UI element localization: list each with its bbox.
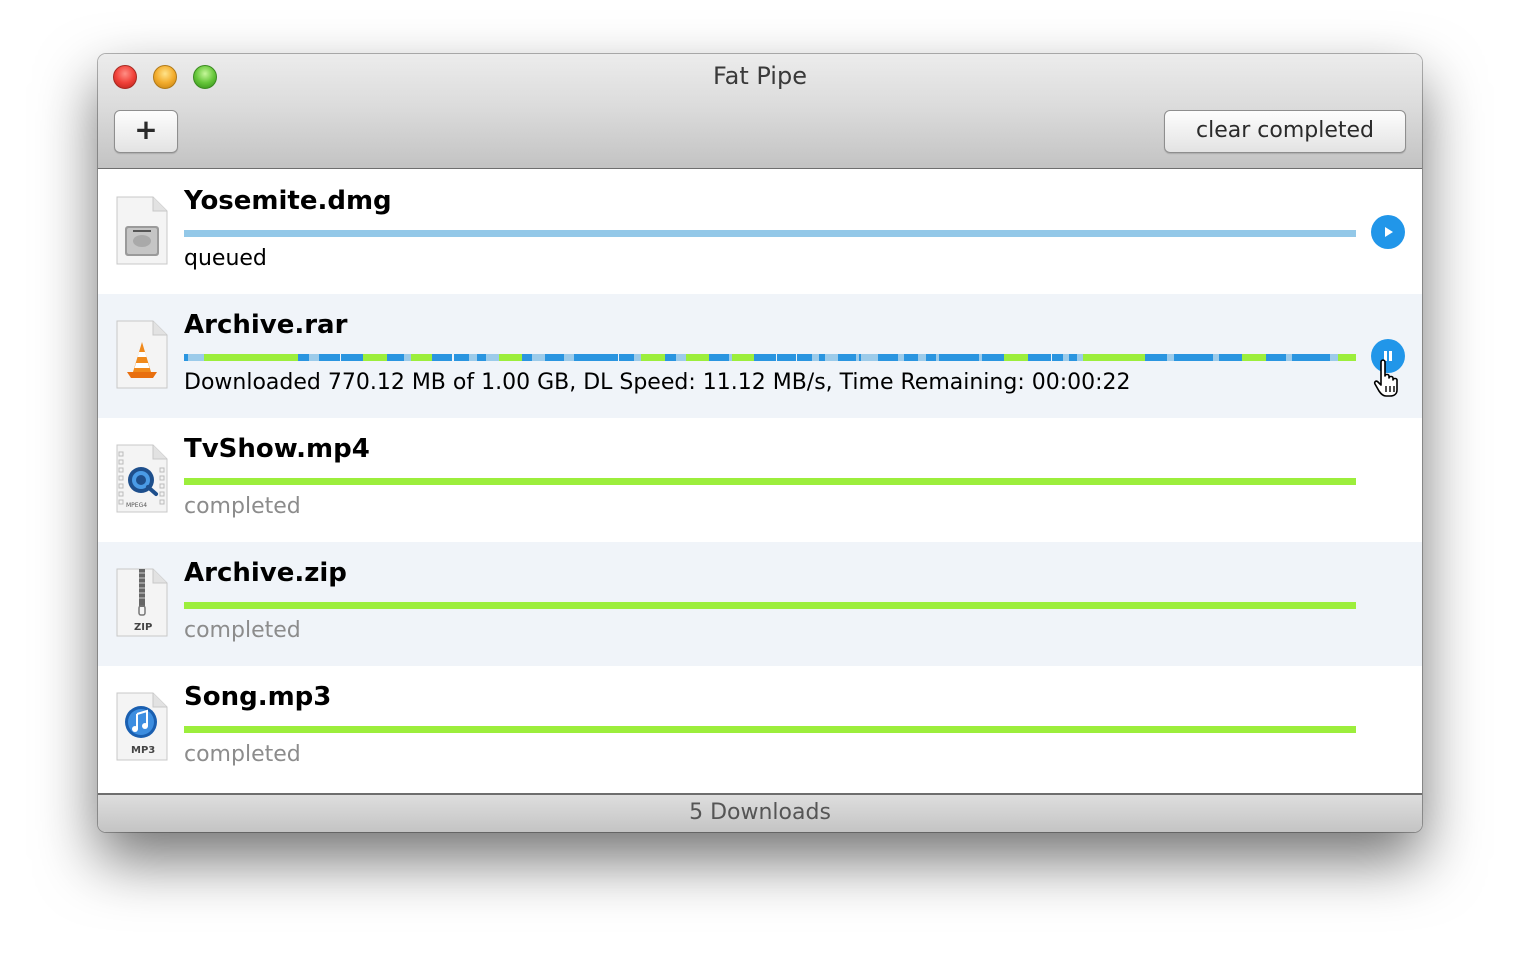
completed-bar-fill xyxy=(184,602,1356,609)
progress-bar xyxy=(184,602,1356,609)
download-status: Downloaded 770.12 MB of 1.00 GB, DL Spee… xyxy=(184,370,1131,395)
progress-segment-blue xyxy=(938,354,979,361)
clear-completed-button[interactable]: clear completed xyxy=(1164,110,1406,153)
progress-segment-blue xyxy=(544,354,564,361)
progress-segment-green xyxy=(411,354,433,361)
add-download-button[interactable]: + xyxy=(114,110,178,153)
progress-segment-light xyxy=(486,354,500,361)
status-bar: 5 Downloads xyxy=(98,793,1422,832)
disk-image-icon xyxy=(116,196,168,265)
progress-segment-light xyxy=(404,354,412,361)
progress-segment-blue xyxy=(1027,354,1052,361)
progress-segment-green xyxy=(641,354,665,361)
download-status: queued xyxy=(184,246,267,271)
progress-segment-blue xyxy=(1145,354,1168,361)
progress-segment-blue xyxy=(1068,354,1078,361)
progress-segment-blue xyxy=(618,354,635,361)
queued-bar-fill xyxy=(184,230,1356,237)
progress-segment-blue xyxy=(574,354,618,361)
progress-segment-blue xyxy=(1218,354,1243,361)
progress-segment-blue xyxy=(982,354,1005,361)
icon-label: ZIP xyxy=(134,622,153,633)
progress-segment-light xyxy=(634,354,642,361)
progress-segment-blue xyxy=(1265,354,1286,361)
progress-segment-light xyxy=(563,354,575,361)
vlc-cone-icon xyxy=(116,320,168,389)
progress-bar xyxy=(184,478,1356,485)
progress-segment-blue xyxy=(709,354,729,361)
downloads-list: Yosemite.dmg queued Archive.rar Download… xyxy=(98,170,1422,793)
download-row[interactable]: ZIP Archive.zip completed xyxy=(98,542,1422,666)
file-name: Archive.rar xyxy=(184,310,348,340)
progress-segment-blue xyxy=(1291,354,1331,361)
progress-segment-light xyxy=(676,354,686,361)
progress-segment-light xyxy=(812,354,820,361)
progress-segment-blue xyxy=(1052,354,1063,361)
progress-segment-blue xyxy=(753,354,776,361)
progress-segment-blue xyxy=(432,354,453,361)
progress-segment-light xyxy=(917,354,926,361)
completed-bar-fill xyxy=(184,726,1356,733)
progress-segment-blue xyxy=(477,354,487,361)
progress-segment-green xyxy=(732,354,754,361)
progress-segment-blue xyxy=(903,354,918,361)
progress-segment-blue xyxy=(1174,354,1213,361)
progress-segment-light xyxy=(861,354,878,361)
app-window: Fat Pipe + clear completed Yosemite.dmg … xyxy=(98,54,1422,832)
progress-segment-light xyxy=(825,354,838,361)
download-row[interactable]: MP3 Song.mp3 completed xyxy=(98,666,1422,790)
play-icon xyxy=(1385,227,1393,237)
progress-segment-blue xyxy=(453,354,469,361)
progress-bar xyxy=(184,726,1356,733)
progress-segment-blue xyxy=(664,354,677,361)
progress-segment-blue xyxy=(318,354,340,361)
progress-segment-light xyxy=(1167,354,1175,361)
download-row[interactable]: Yosemite.dmg queued xyxy=(98,170,1422,294)
progress-segment-blue xyxy=(521,354,533,361)
progress-segment-blue xyxy=(837,354,856,361)
progress-segment-blue xyxy=(297,354,310,361)
file-name: Song.mp3 xyxy=(184,682,332,712)
file-name: TvShow.mp4 xyxy=(184,434,370,464)
download-row[interactable]: Archive.rar Downloaded 770.12 MB of 1.00… xyxy=(98,294,1422,418)
segmented-progress-bar xyxy=(184,354,1356,361)
progress-segment-blue xyxy=(796,354,813,361)
icon-label: MPEG4 xyxy=(126,502,148,509)
progress-segment-light xyxy=(187,354,204,361)
progress-segment-light xyxy=(309,354,319,361)
progress-segment-green xyxy=(1082,354,1146,361)
progress-segment-green xyxy=(1242,354,1266,361)
progress-segment-green xyxy=(1338,354,1356,361)
download-status: completed xyxy=(184,494,301,519)
download-row[interactable]: MPEG4 TvShow.mp4 completed xyxy=(98,418,1422,542)
progress-segment-blue xyxy=(341,354,364,361)
progress-segment-green xyxy=(1004,354,1028,361)
progress-bar xyxy=(184,230,1356,237)
completed-bar-fill xyxy=(184,478,1356,485)
progress-segment-light xyxy=(532,354,545,361)
hand-pointer-cursor-icon xyxy=(1373,359,1398,397)
file-name: Yosemite.dmg xyxy=(184,186,392,216)
file-name: Archive.zip xyxy=(184,558,347,588)
progress-segment-light xyxy=(468,354,477,361)
download-status: completed xyxy=(184,742,301,767)
progress-segment-green xyxy=(685,354,710,361)
progress-segment-blue xyxy=(877,354,898,361)
progress-segment-green xyxy=(363,354,387,361)
download-status: completed xyxy=(184,618,301,643)
window-title: Fat Pipe xyxy=(713,62,807,90)
progress-segment-green xyxy=(499,354,522,361)
icon-label: MP3 xyxy=(131,745,156,756)
progress-segment-blue xyxy=(386,354,405,361)
progress-segment-light xyxy=(1330,354,1339,361)
play-button[interactable] xyxy=(1371,215,1405,249)
progress-segment-blue xyxy=(777,354,796,361)
title-bar: Fat Pipe + clear completed xyxy=(98,54,1422,169)
progress-segment-blue xyxy=(925,354,937,361)
progress-segment-green xyxy=(203,354,298,361)
